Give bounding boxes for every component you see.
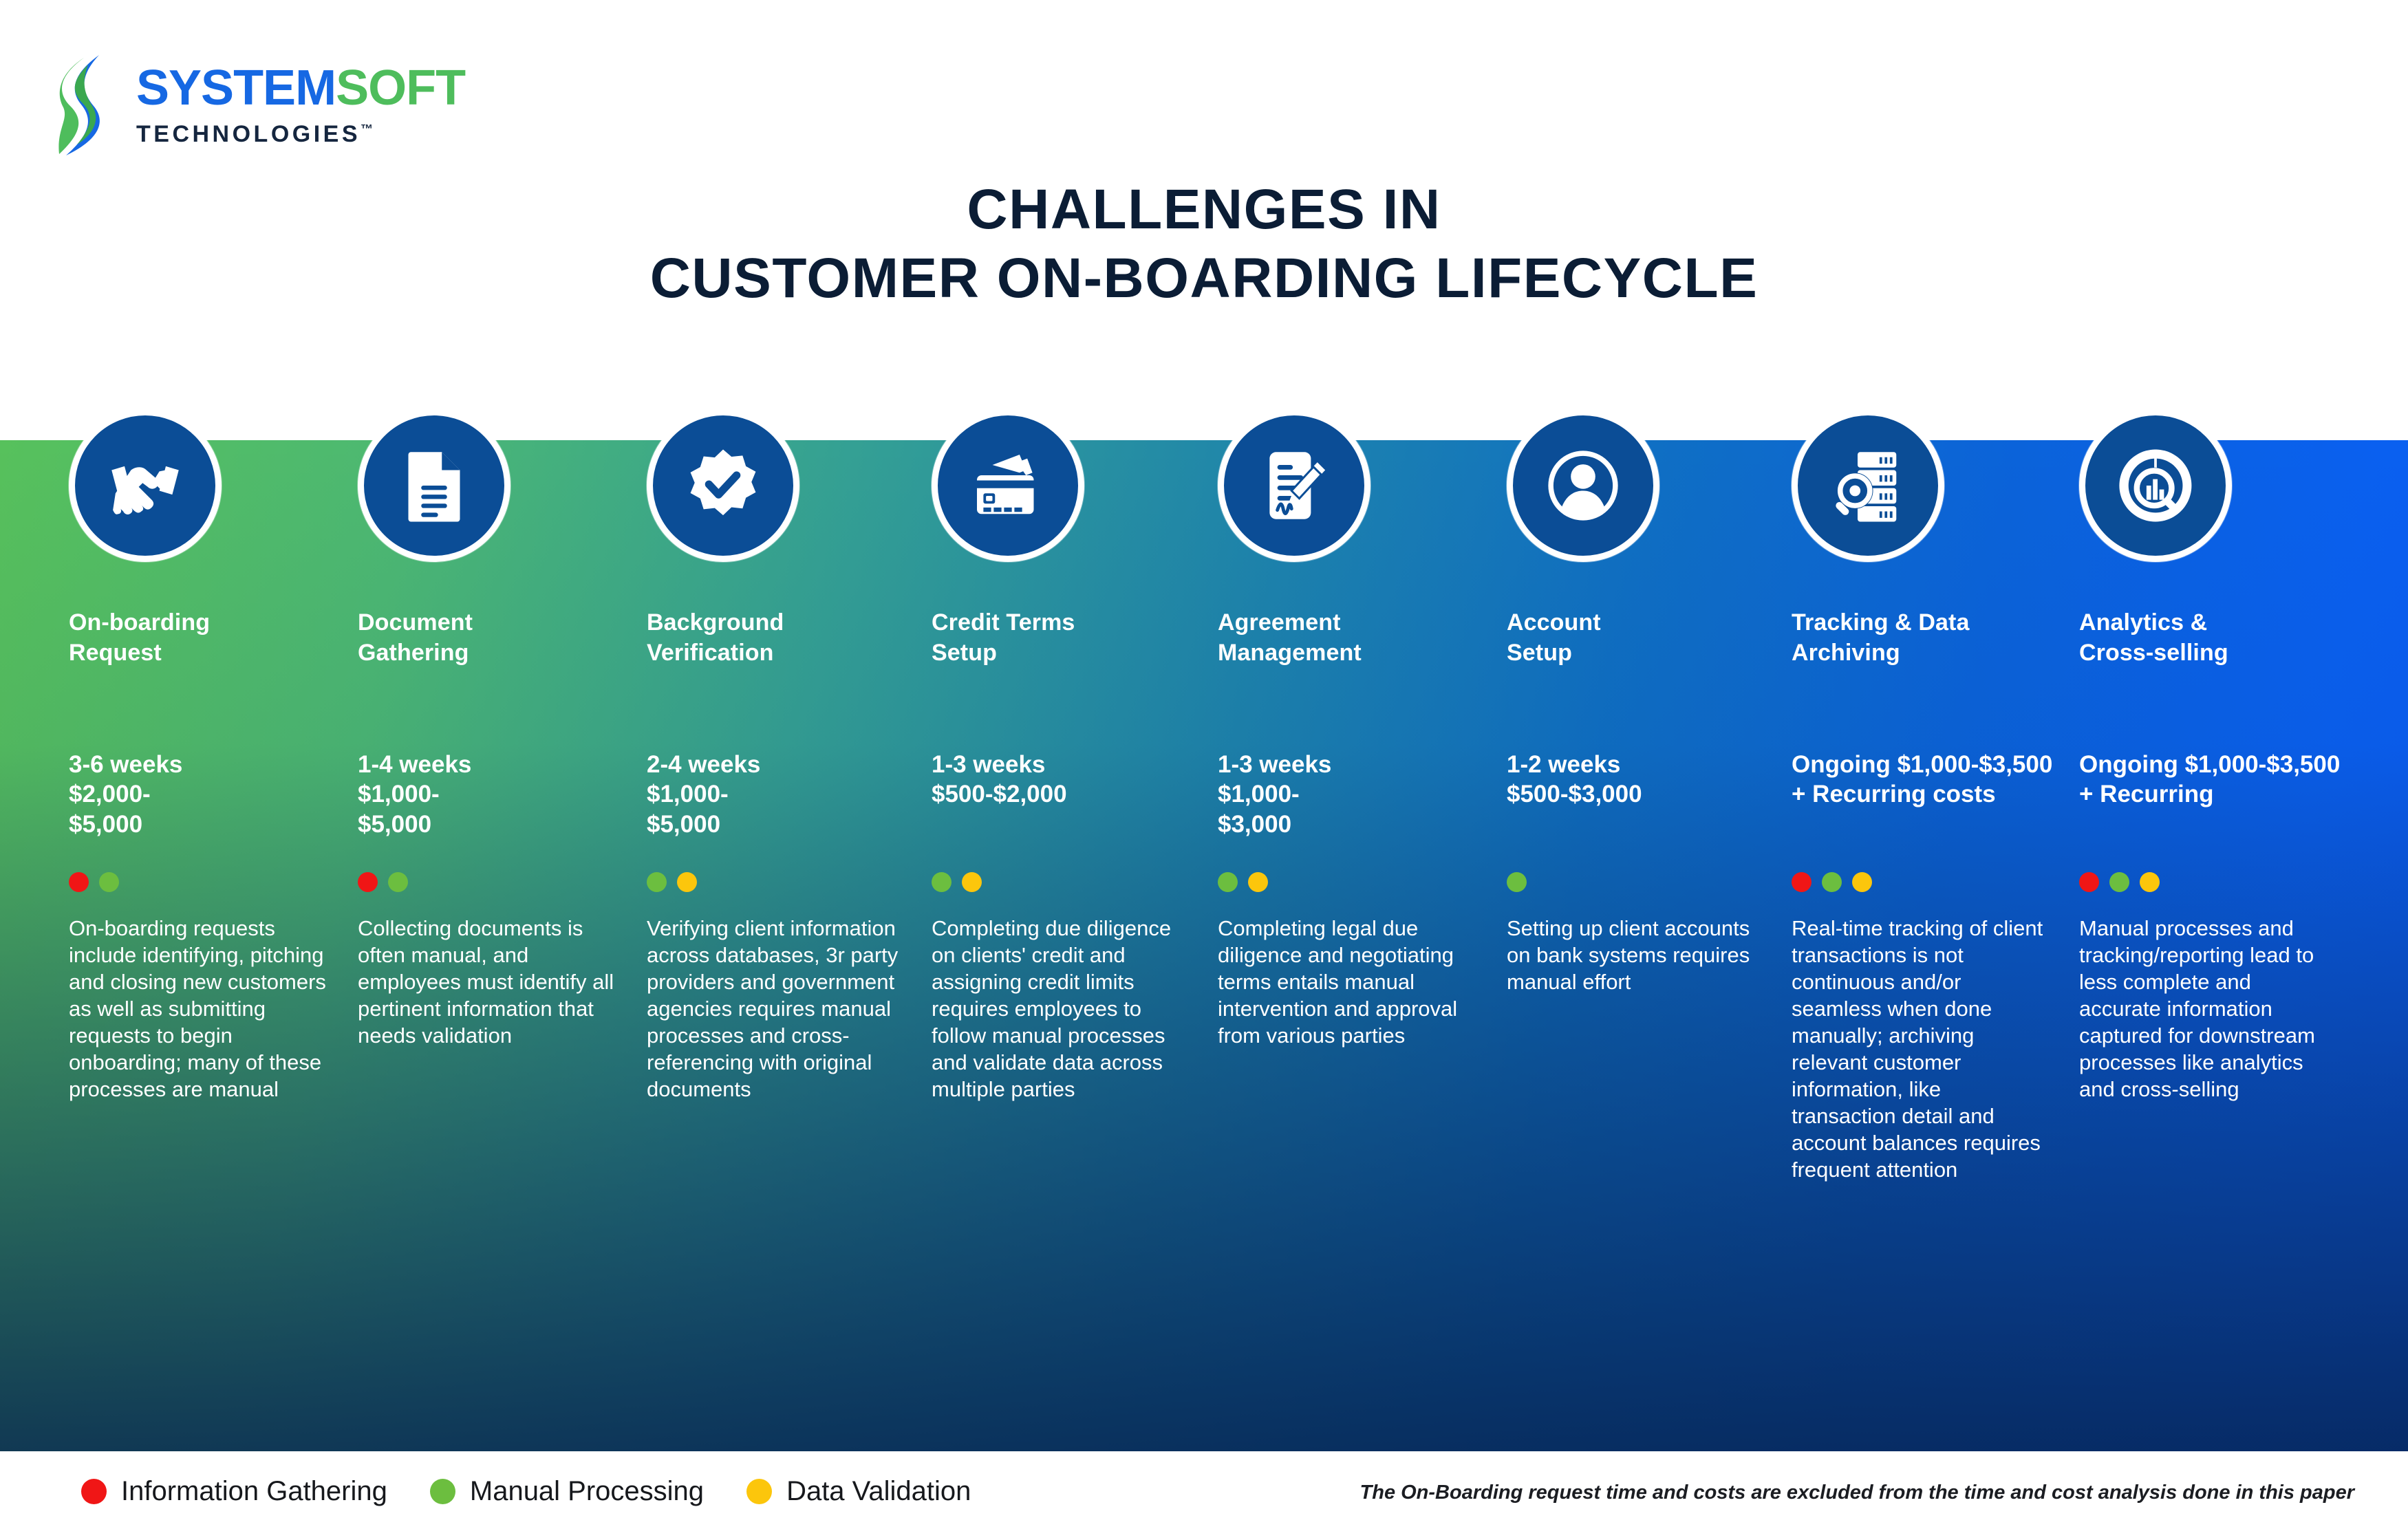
stage-category-dots [1218, 872, 1268, 892]
legend-item: Manual Processing [429, 1476, 705, 1507]
credit-card-wallet-icon [967, 444, 1049, 527]
stage-description: Manual processes and tracking/reporting … [2079, 916, 2315, 1102]
stage-title: Credit Terms Setup [932, 609, 1075, 666]
stage-category-dots [647, 872, 697, 892]
verified-badge-icon [682, 444, 764, 527]
category-dot-green-icon [1218, 872, 1238, 892]
user-account-icon [1542, 444, 1624, 527]
stage-description: Setting up client accounts on bank syste… [1507, 916, 1750, 995]
stage-description: Completing legal due diligence and negot… [1218, 916, 1458, 1048]
stage-icon-badge[interactable] [69, 409, 222, 562]
legend-label: Manual Processing [469, 1476, 705, 1506]
stage-icon-badge[interactable] [2079, 409, 2232, 562]
stage-title: Agreement Management [1218, 609, 1362, 666]
stage-description: On-boarding requests include identifying… [69, 916, 326, 1102]
stage-icon-badge[interactable] [1507, 409, 1659, 562]
category-dot-yellow-icon [1852, 872, 1872, 892]
category-dot-yellow-icon [1248, 872, 1268, 892]
legend: Information Gathering Manual Processing … [81, 1476, 971, 1507]
stage-description: Real-time tracking of client transaction… [1792, 916, 2043, 1182]
category-dot-green-icon [647, 872, 667, 892]
category-dot-green-icon [1507, 872, 1527, 892]
category-dot-yellow-icon [2140, 872, 2160, 892]
stage-icon-badge[interactable] [1792, 409, 1944, 562]
stage-category-dots [358, 872, 408, 892]
stage-title: On-boarding Request [69, 609, 211, 666]
stage-time-and-cost: 1-3 weeks $500-$2,000 [932, 751, 1067, 808]
stage-time-and-cost: 3-6 weeks $2,000- $5,000 [69, 751, 183, 838]
category-dot-red-icon [358, 872, 378, 892]
stage-icon-badge[interactable] [932, 409, 1084, 562]
category-dot-green-icon [1822, 872, 1842, 892]
stage-title: Analytics & Cross-selling [2079, 609, 2228, 666]
stage-category-dots [69, 872, 119, 892]
legend-item: Data Validation [746, 1476, 971, 1507]
contract-signature-icon [1253, 444, 1335, 527]
lifecycle-stage-columns: On-boarding Request 3-6 weeks $2,000- $5,… [0, 0, 2408, 1540]
footer: Information Gathering Manual Processing … [0, 1451, 2408, 1540]
stage-category-dots [1507, 872, 1527, 892]
stage-time-and-cost: 1-2 weeks $500-$3,000 [1507, 751, 1642, 808]
stage-description: Collecting documents is often manual, an… [358, 916, 614, 1048]
stage-description: Completing due diligence on clients' cre… [932, 916, 1172, 1102]
analytics-chart-search-icon [2114, 444, 2197, 527]
legend-dot-icon [746, 1479, 773, 1504]
category-dot-yellow-icon [677, 872, 697, 892]
legend-label: Information Gathering [121, 1476, 387, 1506]
category-dot-red-icon [2079, 872, 2099, 892]
category-dot-red-icon [1792, 872, 1812, 892]
stage-category-dots [932, 872, 982, 892]
stage-time-and-cost: Ongoing $1,000-$3,500 + Recurring costs [1792, 751, 2053, 808]
category-dot-green-icon [932, 872, 952, 892]
category-dot-yellow-icon [962, 872, 982, 892]
server-search-icon [1827, 444, 1909, 527]
handshake-icon [104, 444, 186, 527]
stage-time-and-cost: Ongoing $1,000-$3,500 + Recurring [2079, 751, 2341, 808]
category-dot-green-icon [388, 872, 408, 892]
stage-category-dots [2079, 872, 2160, 892]
stage-title: Account Setup [1507, 609, 1601, 666]
category-dot-green-icon [99, 872, 119, 892]
stage-icon-badge[interactable] [1218, 409, 1370, 562]
stage-icon-badge[interactable] [647, 409, 799, 562]
document-icon [393, 444, 475, 527]
legend-item: Information Gathering [81, 1476, 387, 1507]
legend-label: Data Validation [786, 1476, 971, 1506]
stage-time-and-cost: 1-4 weeks $1,000- $5,000 [358, 751, 472, 838]
legend-dot-icon [429, 1479, 455, 1504]
category-dot-green-icon [2109, 872, 2129, 892]
stage-title: Document Gathering [358, 609, 473, 666]
stage-title: Tracking & Data Archiving [1792, 609, 1970, 666]
stage-time-and-cost: 2-4 weeks $1,000- $5,000 [647, 751, 761, 838]
stage-description: Verifying client information across data… [647, 916, 899, 1102]
stage-title: Background Verification [647, 609, 784, 666]
footnote: The On-Boarding request time and costs a… [1359, 1482, 2354, 1504]
stage-time-and-cost: 1-3 weeks $1,000- $3,000 [1218, 751, 1332, 838]
legend-dot-icon [81, 1479, 107, 1504]
stage-icon-badge[interactable] [358, 409, 510, 562]
stage-category-dots [1792, 872, 1872, 892]
category-dot-red-icon [69, 872, 89, 892]
